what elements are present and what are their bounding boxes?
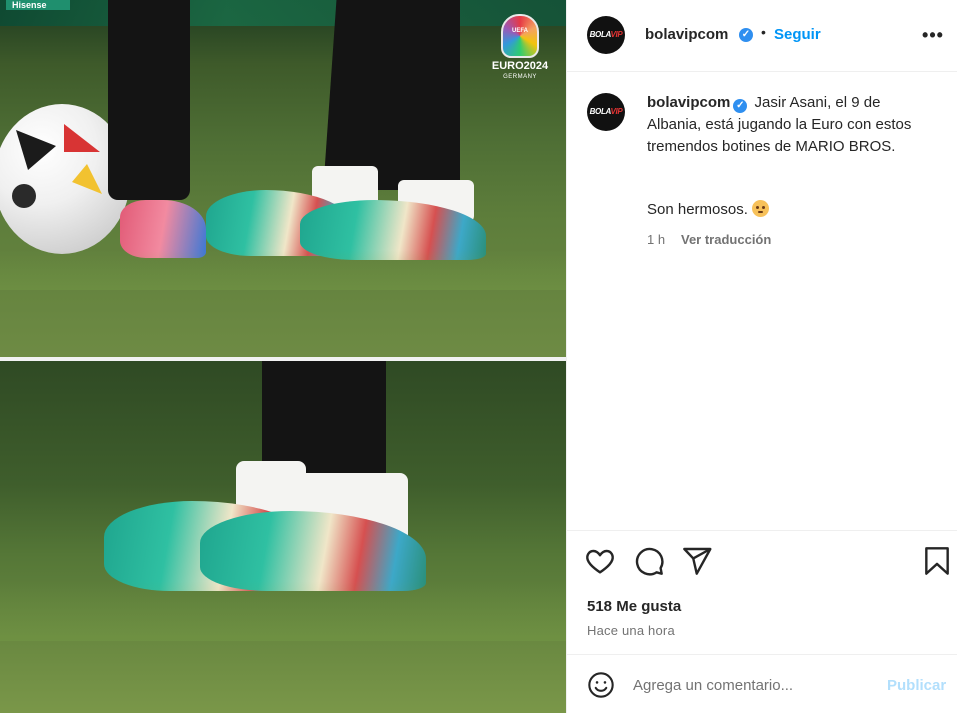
caption-second-line: Son hermosos. [647, 200, 769, 218]
caption-text: bolavipcom ✓ Jasir Asani, el 9 de Albania… [647, 92, 937, 158]
photo-top: Hisense UEFA EURO2024 GERMANY [0, 0, 566, 357]
photo-bottom [0, 361, 566, 713]
comment-icon[interactable] [633, 545, 665, 577]
post-media[interactable]: Hisense UEFA EURO2024 GERMANY [0, 0, 566, 713]
avatar[interactable]: BOLAVIP [587, 16, 625, 54]
post-timestamp[interactable]: Hace una hora [587, 623, 675, 638]
caption-time[interactable]: 1 h [647, 232, 665, 247]
comment-composer: Publicar [567, 655, 957, 713]
verified-icon: ✓ [733, 99, 748, 113]
author-username[interactable]: bolavipcom [645, 26, 728, 43]
verified-icon: ✓ [739, 28, 753, 42]
post-header: BOLAVIP bolavipcom ✓ • Seguir ••• [567, 0, 957, 72]
post-sidebar: BOLAVIP bolavipcom ✓ • Seguir ••• BOLAVI… [566, 0, 957, 713]
emoji-icon[interactable] [587, 671, 615, 699]
avatar[interactable]: BOLAVIP [587, 93, 625, 131]
share-icon[interactable] [681, 545, 713, 577]
player-leg [360, 0, 460, 190]
separator-dot: • [761, 24, 766, 40]
emoji-icon [751, 200, 769, 217]
follow-button[interactable]: Seguir [774, 26, 821, 43]
comment-input[interactable] [633, 672, 873, 698]
ad-board [0, 0, 566, 26]
euro2024-logo: UEFA EURO2024 GERMANY [490, 14, 550, 94]
post-actions: 518 Me gusta Hace una hora [567, 530, 957, 655]
ad-brand-label: Hisense [6, 0, 70, 10]
post-caption: BOLAVIP bolavipcom ✓ Jasir Asani, el 9 de… [567, 72, 957, 530]
heart-icon[interactable] [584, 545, 616, 577]
player-leg [108, 0, 190, 200]
publish-button[interactable]: Publicar [887, 677, 946, 694]
caption-username[interactable]: bolavipcom [647, 94, 730, 111]
more-icon[interactable]: ••• [921, 20, 945, 50]
like-count[interactable]: 518 Me gusta [587, 598, 681, 615]
bookmark-icon[interactable] [921, 545, 953, 577]
see-translation-link[interactable]: Ver traducción [681, 232, 771, 247]
